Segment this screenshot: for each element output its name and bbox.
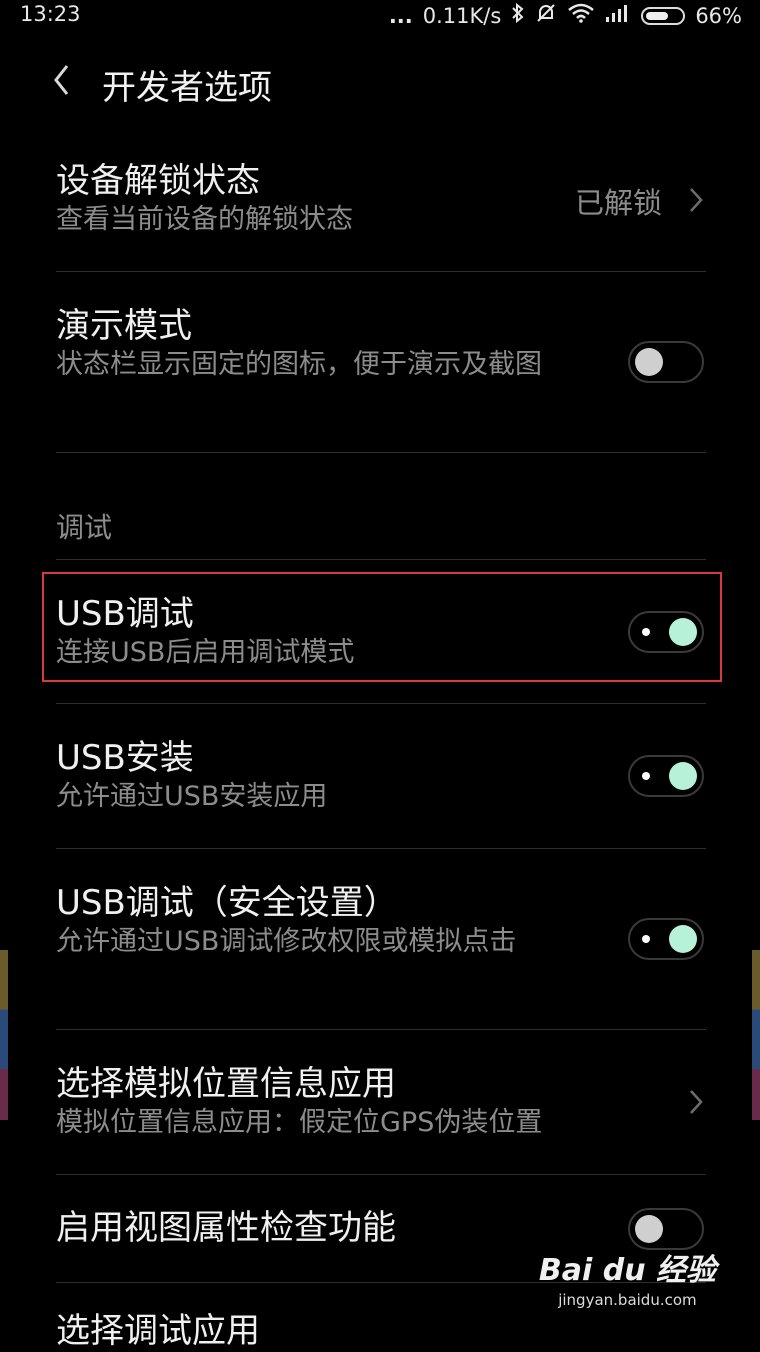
setting-usb-install[interactable]: USB安装 允许通过USB安装应用 xyxy=(56,737,706,815)
setting-usb-debug-secure[interactable]: USB调试（安全设置） 允许通过USB调试修改权限或模拟点击 xyxy=(56,882,706,960)
setting-view-attribute[interactable]: 启用视图属性检查功能 xyxy=(56,1207,706,1249)
watermark-url: jingyan.baidu.com xyxy=(558,1291,697,1309)
battery-percent: 66% xyxy=(695,3,742,28)
unlock-status-value: 已解锁 xyxy=(574,186,662,220)
page-title: 开发者选项 xyxy=(102,68,272,108)
net-speed: 0.11K/s xyxy=(422,3,502,28)
toggle-dot xyxy=(642,628,650,636)
setting-subtitle: 连接USB后启用调试模式 xyxy=(56,637,355,668)
setting-subtitle: 允许通过USB调试修改权限或模拟点击 xyxy=(56,926,517,957)
setting-select-debug-app[interactable]: 选择调试应用 xyxy=(56,1310,706,1352)
setting-title: 选择调试应用 xyxy=(56,1311,260,1351)
wifi-icon xyxy=(567,3,595,28)
divider xyxy=(56,271,706,272)
chevron-right-icon[interactable] xyxy=(688,186,704,214)
battery-icon xyxy=(641,6,686,25)
divider xyxy=(56,1174,706,1175)
setting-usb-debug[interactable]: USB调试 连接USB后启用调试模式 xyxy=(56,593,706,671)
setting-subtitle: 查看当前设备的解锁状态 xyxy=(56,204,353,235)
status-dots: ... xyxy=(388,3,413,28)
header: 开发者选项 xyxy=(8,52,752,112)
status-time: 13:23 xyxy=(20,2,81,26)
section-label-debug: 调试 xyxy=(56,511,113,544)
setting-title: 启用视图属性检查功能 xyxy=(56,1208,396,1248)
divider xyxy=(56,452,706,453)
demo-mode-toggle[interactable] xyxy=(628,341,704,383)
divider xyxy=(56,559,706,560)
status-bar: 13:23 ... 0.11K/s 66% xyxy=(8,0,752,30)
toggle-knob xyxy=(669,618,697,646)
baidu-watermark: Bai du 经验 jingyan.baidu.com xyxy=(539,1245,716,1309)
usb-debug-toggle[interactable] xyxy=(628,611,704,653)
setting-subtitle: 状态栏显示固定的图标，便于演示及截图 xyxy=(56,349,542,380)
divider xyxy=(56,848,706,849)
setting-subtitle: 允许通过USB安装应用 xyxy=(56,781,328,812)
setting-mock-location[interactable]: 选择模拟位置信息应用 模拟位置信息应用：假定位GPS伪装位置 xyxy=(56,1063,706,1141)
chevron-right-icon[interactable] xyxy=(688,1088,704,1116)
setting-subtitle: 模拟位置信息应用：假定位GPS伪装位置 xyxy=(56,1107,543,1138)
usb-install-toggle[interactable] xyxy=(628,755,704,797)
divider xyxy=(56,703,706,704)
toggle-knob xyxy=(669,762,697,790)
setting-demo-mode[interactable]: 演示模式 状态栏显示固定的图标，便于演示及截图 xyxy=(56,305,706,383)
toggle-knob xyxy=(669,925,697,953)
status-right: ... 0.11K/s 66% xyxy=(389,2,742,29)
phone-screen: 13:23 ... 0.11K/s 66% 开发者选项 设备解锁状态 查看当前设… xyxy=(8,0,752,1351)
divider xyxy=(56,1029,706,1030)
battery-fill xyxy=(646,11,669,20)
usb-debug-secure-toggle[interactable] xyxy=(628,918,704,960)
toggle-dot xyxy=(642,935,650,943)
toggle-knob xyxy=(635,348,663,376)
setting-title: 演示模式 xyxy=(56,306,192,346)
setting-title: USB调试（安全设置） xyxy=(56,883,398,923)
bluetooth-icon xyxy=(511,2,525,28)
view-attribute-toggle[interactable] xyxy=(628,1208,704,1250)
setting-title: USB安装 xyxy=(56,738,194,778)
setting-title: 选择模拟位置信息应用 xyxy=(56,1064,396,1104)
setting-title: USB调试 xyxy=(56,594,194,634)
toggle-dot xyxy=(642,772,650,780)
signal-icon xyxy=(605,3,631,28)
chevron-left-icon[interactable] xyxy=(52,60,72,100)
watermark-logo: Bai du 经验 xyxy=(538,1253,716,1288)
toggle-knob xyxy=(635,1215,663,1243)
alarm-off-icon xyxy=(535,2,557,29)
